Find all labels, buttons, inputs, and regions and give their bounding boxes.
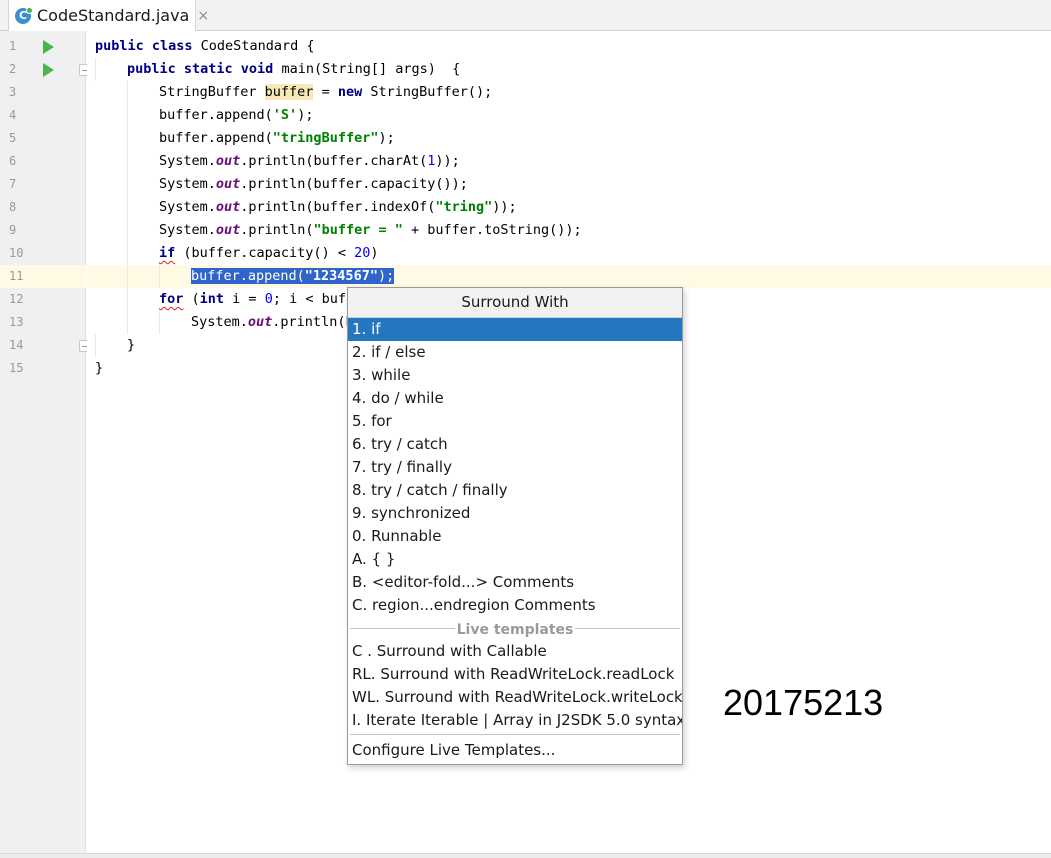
line-number: 11 (9, 269, 24, 283)
code-line: System.out.println(buffer.capacity()); (87, 173, 1051, 196)
code-line: System.out.println("buffer = " + buffer.… (87, 219, 1051, 242)
line-number: 12 (9, 292, 24, 306)
code-line: public class CodeStandard { (95, 38, 315, 54)
popup-item-if-else[interactable]: 2. if / else (348, 341, 682, 364)
line-number: 3 (9, 85, 17, 99)
gutter-line: 2 (0, 58, 91, 81)
popup-item-region[interactable]: C. region...endregion Comments (348, 594, 682, 617)
editor-gutter: 1 2 3 4 5 6 7 8 9 10 11 12 13 14 15 (0, 31, 91, 853)
status-strip (0, 853, 1051, 858)
gutter-line: 1 (0, 35, 86, 58)
line-number: 14 (9, 338, 24, 352)
popup-item-editor-fold[interactable]: B. <editor-fold...> Comments (348, 571, 682, 594)
gutter-line: 15 (0, 357, 86, 380)
gutter-line: 5 (0, 127, 86, 150)
gutter-line: 12 (0, 288, 86, 311)
run-icon[interactable] (43, 63, 54, 77)
live-item-readlock[interactable]: RL. Surround with ReadWriteLock.readLock (348, 663, 682, 686)
line-number: 6 (9, 154, 17, 168)
file-tab[interactable]: C CodeStandard.java × (8, 0, 209, 31)
popup-item-try-catch-finally[interactable]: 8. try / catch / finally (348, 479, 682, 502)
configure-live-templates[interactable]: Configure Live Templates... (348, 739, 682, 762)
code-line: if (buffer.capacity() < 20) (87, 242, 1051, 265)
gutter-line: 10 (0, 242, 86, 265)
popup-item-do-while[interactable]: 4. do / while (348, 387, 682, 410)
line-number: 2 (9, 62, 17, 76)
code-line: System.out.println(buffer.charAt(1)); (87, 150, 1051, 173)
close-tab-icon[interactable]: × (197, 8, 209, 24)
gutter-line: 6 (0, 150, 86, 173)
code-line: public static void main(String[] args) { (87, 58, 1051, 81)
popup-title: Surround With (348, 288, 682, 318)
gutter-line: 3 (0, 81, 86, 104)
live-templates-label: Live templates (454, 622, 576, 638)
live-item-writelock[interactable]: WL. Surround with ReadWriteLock.writeLoc… (348, 686, 682, 709)
live-item-iterate[interactable]: I. Iterate Iterable | Array in J2SDK 5.0… (348, 709, 682, 732)
code-line: buffer.append('S'); (87, 104, 1051, 127)
gutter-line: 7 (0, 173, 86, 196)
line-number: 8 (9, 200, 17, 214)
popup-item-synchronized[interactable]: 9. synchronized (348, 502, 682, 525)
gutter-line: 11 (0, 265, 86, 288)
code-line: StringBuffer buffer = new StringBuffer()… (87, 81, 1051, 104)
run-icon[interactable] (43, 40, 54, 54)
popup-item-if[interactable]: 1. if (348, 318, 682, 341)
java-class-icon: C (15, 6, 33, 24)
file-tab-label: CodeStandard.java (37, 6, 190, 25)
popup-item-for[interactable]: 5. for (348, 410, 682, 433)
live-item-callable[interactable]: C . Surround with Callable (348, 640, 682, 663)
gutter-line: 14 (0, 334, 91, 357)
line-number: 10 (9, 246, 24, 260)
gutter-line: 13 (0, 311, 86, 334)
line-number: 9 (9, 223, 17, 237)
line-number: 1 (9, 39, 17, 53)
popup-item-runnable[interactable]: 0. Runnable (348, 525, 682, 548)
editor-tab-bar: C CodeStandard.java × (0, 0, 1051, 31)
popup-divider (350, 734, 680, 735)
student-id-text: 20175213 (723, 682, 884, 723)
popup-item-try-catch[interactable]: 6. try / catch (348, 433, 682, 456)
live-templates-separator: Live templates (348, 617, 682, 640)
line-number: 5 (9, 131, 17, 145)
surround-with-popup: Surround With 1. if 2. if / else 3. whil… (347, 287, 683, 765)
code-line: buffer.append("tringBuffer"); (87, 127, 1051, 150)
gutter-line: 8 (0, 196, 86, 219)
popup-item-braces[interactable]: A. { } (348, 548, 682, 571)
selected-code: buffer.append("1234567"); (191, 268, 395, 284)
code-line: buffer.append("1234567"); (87, 265, 1051, 288)
line-number: 13 (9, 315, 24, 329)
line-number: 15 (9, 361, 24, 375)
gutter-line: 4 (0, 104, 86, 127)
line-number: 4 (9, 108, 17, 122)
gutter-line: 9 (0, 219, 86, 242)
code-line: System.out.println(buffer.indexOf("tring… (87, 196, 1051, 219)
popup-item-try-finally[interactable]: 7. try / finally (348, 456, 682, 479)
line-number: 7 (9, 177, 17, 191)
popup-item-while[interactable]: 3. while (348, 364, 682, 387)
